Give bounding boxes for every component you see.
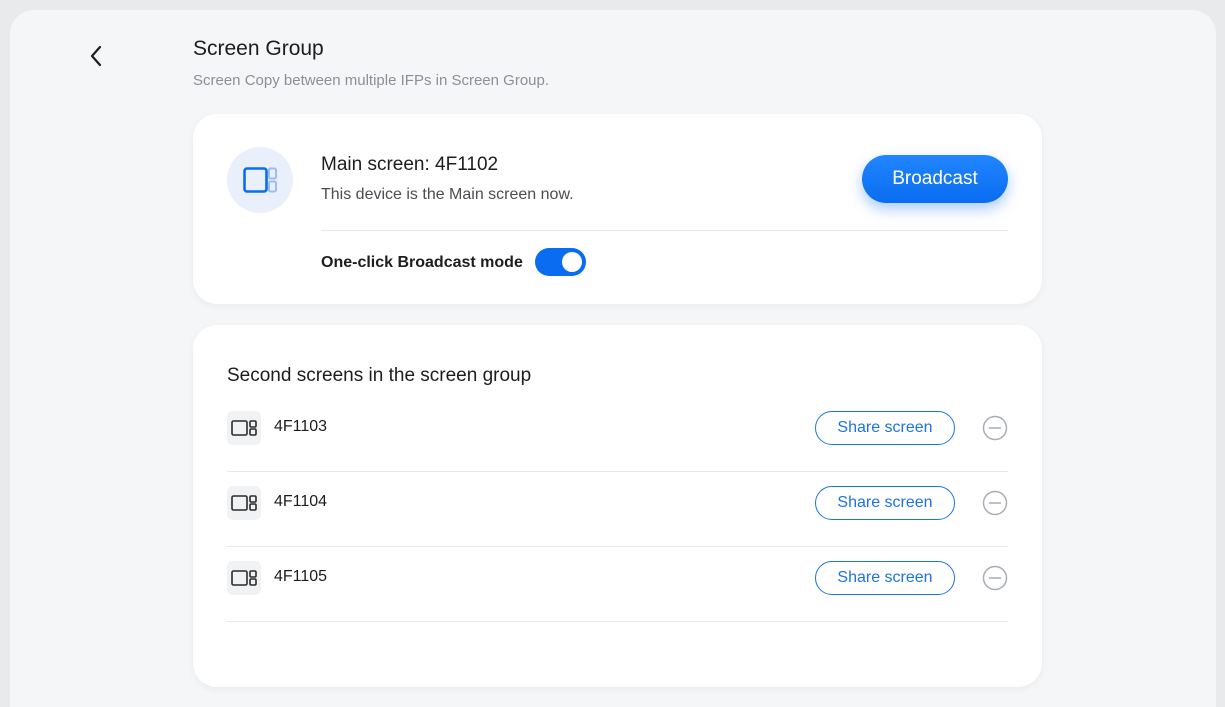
- screen-name: 4F1105: [274, 568, 328, 585]
- list-item: 4F1103 Share screen: [227, 397, 1008, 472]
- second-screens-card: Second screens in the screen group 4F110…: [193, 325, 1042, 687]
- minus-circle-icon: [982, 490, 1008, 516]
- share-screen-button[interactable]: Share screen: [815, 486, 955, 520]
- share-screen-button[interactable]: Share screen: [815, 411, 955, 445]
- list-item: 4F1104 Share screen: [227, 472, 1008, 547]
- list-item: 4F1105 Share screen: [227, 547, 1008, 622]
- remove-button[interactable]: [982, 415, 1008, 441]
- divider: [321, 230, 1008, 231]
- screen-group-window: Screen Group Screen Copy between multipl…: [10, 10, 1216, 707]
- minus-circle-icon: [982, 565, 1008, 591]
- toggle-knob: [562, 252, 582, 272]
- page-subtitle: Screen Copy between multiple IFPs in Scr…: [193, 72, 550, 89]
- main-screen-avatar: [227, 147, 293, 213]
- remove-button[interactable]: [982, 490, 1008, 516]
- main-screen-card: Main screen: 4F1102 This device is the M…: [193, 114, 1042, 304]
- screen-name: 4F1103: [274, 418, 328, 435]
- broadcast-mode-toggle[interactable]: [535, 248, 586, 276]
- remove-button[interactable]: [982, 565, 1008, 591]
- screen-icon: [227, 411, 261, 445]
- broadcast-mode-label: One-click Broadcast mode: [321, 254, 523, 271]
- chevron-left-icon: [90, 45, 102, 67]
- second-screens-title: Second screens in the screen group: [227, 365, 532, 386]
- main-screen-name: Main screen: 4F1102: [321, 154, 499, 175]
- main-screen-description: This device is the Main screen now.: [321, 186, 574, 203]
- screen-icon: [227, 561, 261, 595]
- share-screen-button[interactable]: Share screen: [815, 561, 955, 595]
- screen-group-icon: [243, 167, 277, 193]
- back-button[interactable]: [76, 34, 116, 78]
- minus-circle-icon: [982, 415, 1008, 441]
- broadcast-button[interactable]: Broadcast: [862, 155, 1008, 203]
- screen-icon: [227, 486, 261, 520]
- page-title: Screen Group: [193, 37, 324, 60]
- screen-name: 4F1104: [274, 493, 328, 510]
